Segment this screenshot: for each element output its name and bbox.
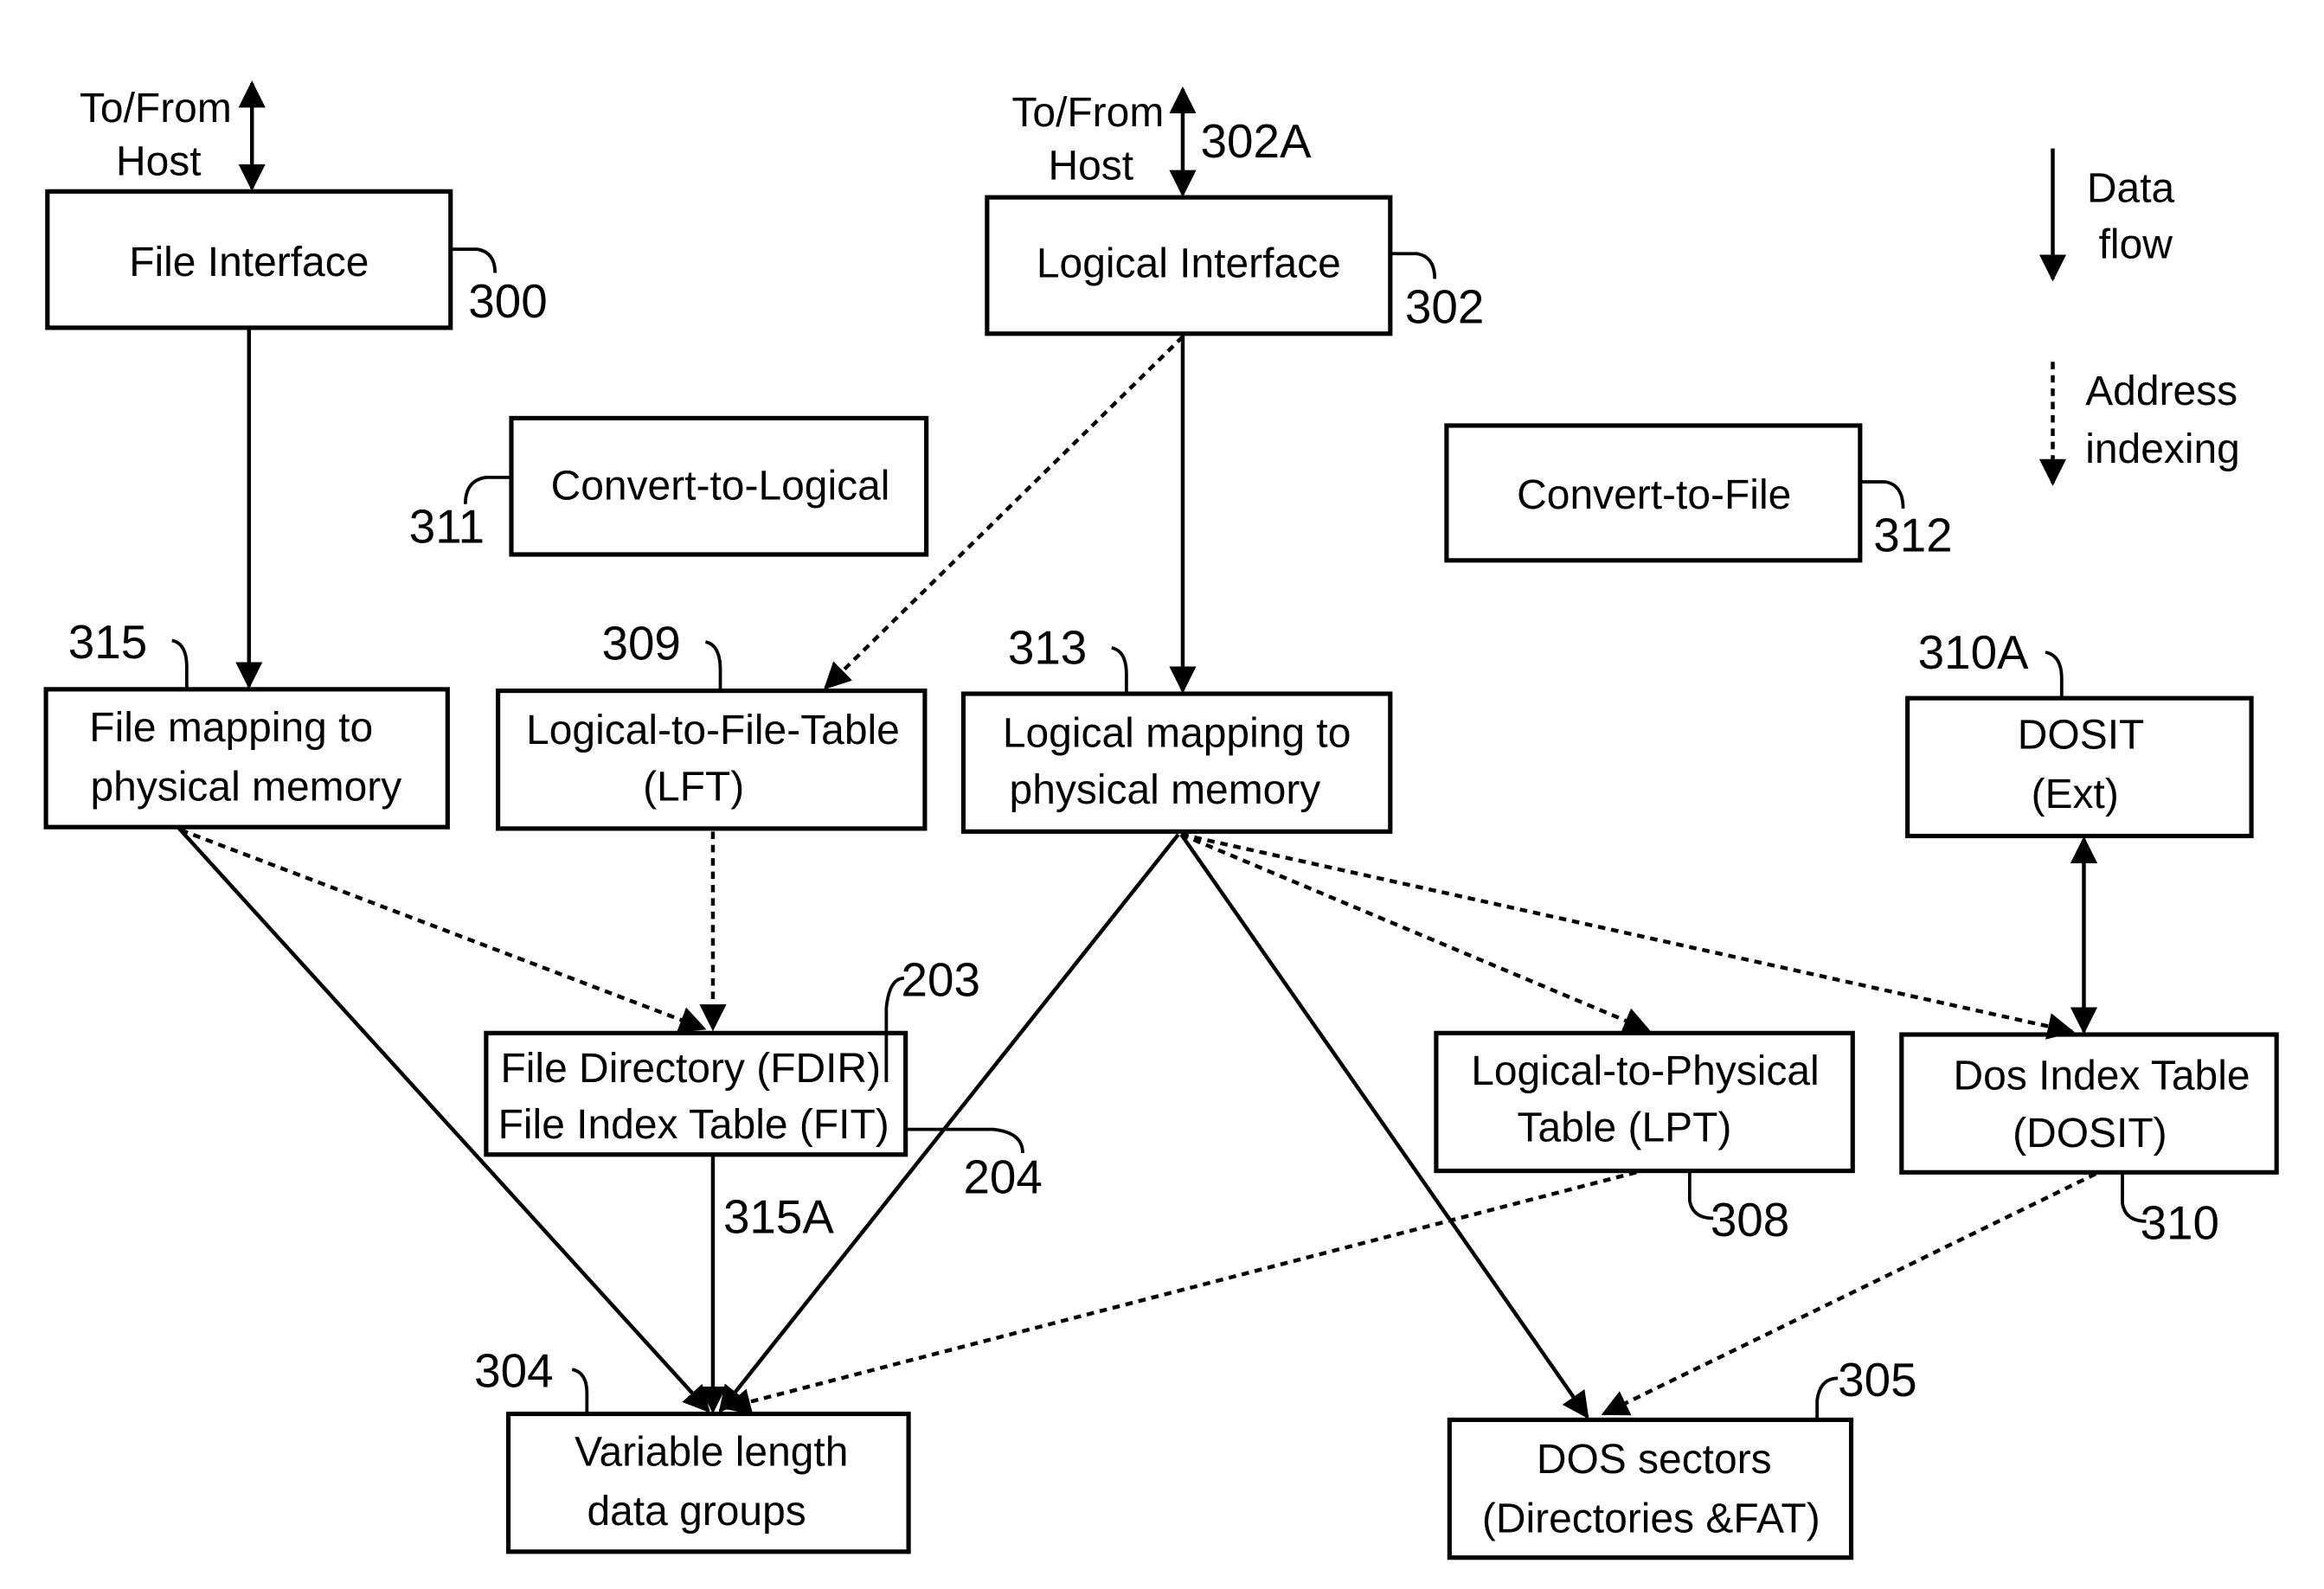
box-dosit: Dos Index Table (DOSIT) <box>1899 1032 2279 1175</box>
diagram-svg: To/From Host To/From Host 302A File Inte… <box>43 80 2279 1560</box>
box-dosit-line2: (DOSIT) <box>2013 1111 2167 1157</box>
box-file-mapping-line1: File mapping to <box>89 705 373 751</box>
box-dos-sectors-line2: (Directories &FAT) <box>1482 1496 1820 1542</box>
box-lft: Logical-to-File-Table (LFT) <box>496 689 928 831</box>
box-convert-to-file: Convert-to-File <box>1444 423 1863 563</box>
box-dosit-ext-line1: DOSIT <box>2018 712 2145 758</box>
box-lft-line1: Logical-to-File-Table <box>526 708 900 753</box>
box-dosit-ext: DOSIT (Ext) <box>1905 695 2254 839</box>
ref-203: 203 <box>902 952 980 1006</box>
box-dosit-ext-line2: (Ext) <box>2032 772 2119 817</box>
box-logical-mapping-line2: physical memory <box>1010 767 1321 813</box>
box-variable-length: Variable length data groups <box>505 1411 911 1554</box>
box-lpt-line2: Table (LPT) <box>1518 1105 1732 1150</box>
box-convert-to-file-label: Convert-to-File <box>1517 472 1791 518</box>
box-lpt-line1: Logical-to-Physical <box>1471 1048 1819 1094</box>
ref-309: 309 <box>601 617 680 670</box>
ref-300: 300 <box>468 274 547 328</box>
host-label-right-line2: Host <box>1048 144 1133 189</box>
box-variable-length-line1: Variable length <box>575 1429 848 1475</box>
leader-302 <box>1390 252 1437 279</box>
leader-305 <box>1815 1376 1839 1420</box>
diagram-canvas: To/From Host To/From Host 302A File Inte… <box>0 0 2324 1589</box>
box-fit-line: File Index Table (FIT) <box>498 1102 889 1148</box>
ref-315: 315 <box>68 615 147 669</box>
legend-data-flow-line1: Data <box>2087 165 2175 211</box>
ref-305: 305 <box>1838 1353 1916 1406</box>
box-convert-to-logical: Convert-to-Logical <box>509 415 929 557</box>
box-dos-sectors: DOS sectors (Directories &FAT) <box>1447 1417 1854 1560</box>
box-dosit-line1: Dos Index Table <box>1954 1053 2250 1099</box>
leader-315 <box>171 638 189 689</box>
ref-310a: 310A <box>1918 625 2029 679</box>
box-variable-length-line2: data groups <box>587 1489 806 1535</box>
ref-302: 302 <box>1405 280 1484 334</box>
box-file-mapping: File mapping to physical memory <box>43 687 450 830</box>
box-fdir-fit: File Directory (FDIR) File Index Table (… <box>484 1030 908 1157</box>
box-fdir-line: File Directory (FDIR) <box>500 1046 881 1092</box>
legend-address-indexing-line2: indexing <box>2085 426 2240 472</box>
box-file-interface-label: File Interface <box>129 240 369 285</box>
ref-308: 308 <box>1711 1193 1789 1246</box>
ref-310: 310 <box>2141 1195 2219 1249</box>
host-label-right-line1: To/From <box>1011 90 1164 136</box>
leader-309 <box>704 640 722 691</box>
box-logical-mapping-line1: Logical mapping to <box>1003 711 1351 757</box>
box-convert-to-logical-label: Convert-to-Logical <box>551 464 890 509</box>
box-file-mapping-line2: physical memory <box>90 764 401 810</box>
leader-304 <box>571 1368 589 1414</box>
index-file-mapping-to-fdir <box>180 828 707 1033</box>
leader-312 <box>1859 480 1905 509</box>
ref-304: 304 <box>474 1344 553 1398</box>
box-dos-sectors-line1: DOS sectors <box>1537 1437 1772 1483</box>
leader-300 <box>450 247 498 273</box>
ref-315a: 315A <box>723 1190 834 1244</box>
box-lpt: Logical-to-Physical Table (LPT) <box>1434 1030 1855 1174</box>
leader-313 <box>1111 646 1128 695</box>
box-logical-interface-label: Logical Interface <box>1037 241 1341 287</box>
ref-204: 204 <box>963 1150 1042 1203</box>
legend: Data flow Address indexing <box>2038 148 2240 486</box>
legend-address-indexing-line1: Address <box>2085 368 2237 414</box>
legend-data-flow-line2: flow <box>2099 221 2173 267</box>
box-logical-interface: Logical Interface <box>985 195 1393 336</box>
box-lft-line2: (LFT) <box>643 764 744 810</box>
host-label-left-line2: Host <box>116 138 202 184</box>
box-logical-mapping: Logical mapping to physical memory <box>960 691 1393 834</box>
ref-302a: 302A <box>1201 114 1312 168</box>
index-logical-mapping-to-dosit <box>1180 832 2075 1040</box>
ref-312: 312 <box>1873 509 1952 562</box>
leader-310a <box>2045 650 2064 699</box>
ref-311: 311 <box>409 499 485 553</box>
box-file-interface: File Interface <box>45 189 453 330</box>
ref-313: 313 <box>1008 621 1087 675</box>
host-label-left-line1: To/From <box>80 86 232 131</box>
